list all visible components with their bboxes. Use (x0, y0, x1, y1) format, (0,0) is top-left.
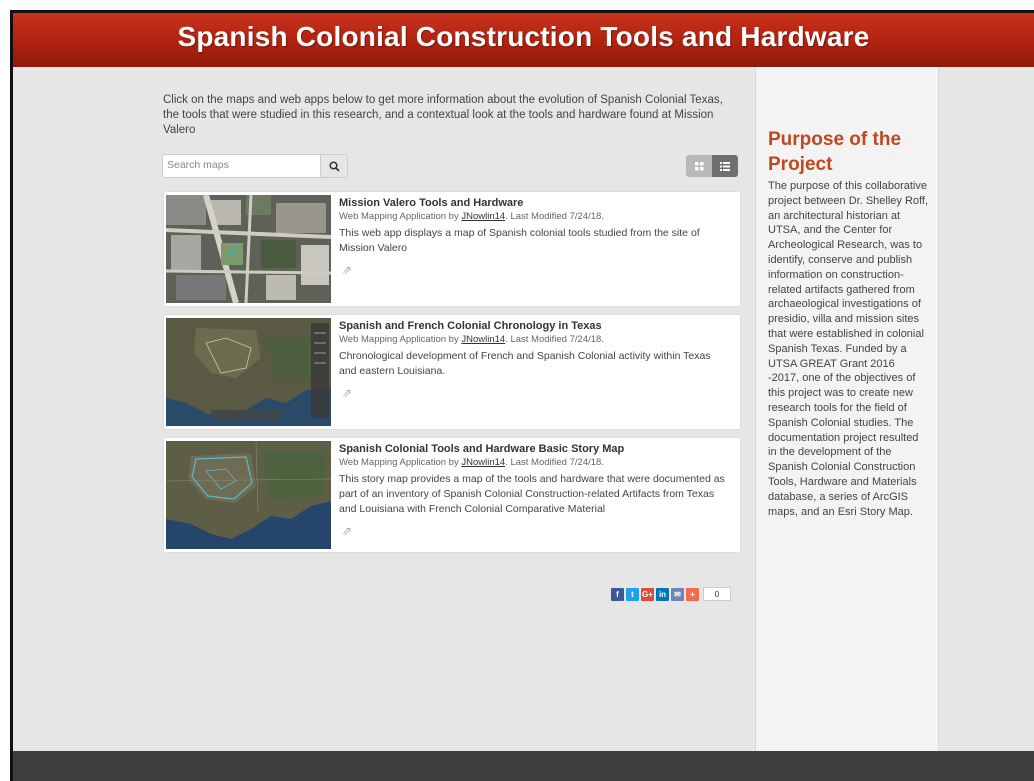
email-icon[interactable]: ✉ (671, 587, 684, 601)
meta-prefix: Web Mapping Application by (339, 334, 462, 345)
map-item-card[interactable]: Spanish and French Colonial Chronology i… (163, 314, 741, 430)
owner-link[interactable]: JNowlin14 (461, 457, 505, 468)
map-item-info: Spanish Colonial Tools and Hardware Basi… (339, 442, 729, 540)
map-item-info: Mission Valero Tools and Hardware Web Ma… (339, 196, 729, 279)
sidebar-body: The purpose of this collaborative projec… (768, 180, 928, 518)
owner-link[interactable]: JNowlin14 (461, 211, 505, 222)
google-plus-icon[interactable]: G+ (641, 587, 654, 601)
map-item-title[interactable]: Spanish Colonial Tools and Hardware Basi… (339, 442, 729, 456)
search-icon (328, 160, 340, 172)
meta-suffix: . Last Modified 7/24/18. (505, 457, 604, 468)
meta-prefix: Web Mapping Application by (339, 457, 462, 468)
texas-satellite-thumbnail (166, 318, 331, 426)
footer-bar (13, 751, 1034, 781)
twitter-icon[interactable]: t (626, 587, 639, 601)
map-item-description: This story map provides a map of the too… (339, 473, 725, 515)
screenshot-frame: Spanish Colonial Construction Tools and … (0, 0, 1034, 781)
external-link-icon[interactable]: ⇗ (342, 524, 352, 538)
external-link-icon[interactable]: ⇗ (342, 386, 352, 400)
map-thumbnail[interactable] (166, 318, 331, 426)
meta-suffix: . Last Modified 7/24/18. (505, 334, 604, 345)
search-box (162, 154, 348, 178)
map-item-title[interactable]: Mission Valero Tools and Hardware (339, 196, 729, 210)
external-link-icon[interactable]: ⇗ (342, 263, 352, 277)
intro-text: Click on the maps and web apps below to … (163, 94, 723, 136)
aerial-city-thumbnail (166, 195, 331, 303)
map-item-meta: Web Mapping Application by JNowlin14. La… (339, 210, 729, 223)
page: Spanish Colonial Construction Tools and … (13, 13, 1034, 781)
map-item-info: Spanish and French Colonial Chronology i… (339, 319, 729, 402)
search-button[interactable] (320, 155, 347, 177)
map-item-description: Chronological development of French and … (339, 350, 711, 377)
view-toggle (686, 155, 738, 177)
map-item-card[interactable]: Spanish Colonial Tools and Hardware Basi… (163, 437, 741, 553)
share-bar: f t G+ in ✉ + 0 (611, 587, 731, 601)
right-gutter (939, 67, 1034, 751)
grid-view-icon (694, 161, 703, 170)
map-thumbnail[interactable] (166, 441, 331, 549)
addthis-icon[interactable]: + (686, 587, 699, 601)
map-item-title[interactable]: Spanish and French Colonial Chronology i… (339, 319, 729, 333)
sidebar-title: Purpose of the Project (768, 129, 902, 175)
meta-prefix: Web Mapping Application by (339, 211, 462, 222)
meta-suffix: . Last Modified 7/24/18. (505, 211, 604, 222)
texas-satellite-thumbnail (166, 441, 331, 549)
share-count: 0 (703, 587, 731, 601)
page-title: Spanish Colonial Construction Tools and … (177, 21, 870, 52)
header-banner: Spanish Colonial Construction Tools and … (13, 13, 1034, 67)
facebook-icon[interactable]: f (611, 587, 624, 601)
linkedin-icon[interactable]: in (656, 587, 669, 601)
map-thumbnail[interactable] (166, 195, 331, 303)
main-content: Click on the maps and web apps below to … (13, 67, 755, 751)
list-view-icon (720, 161, 730, 171)
map-item-card[interactable]: Mission Valero Tools and Hardware Web Ma… (163, 191, 741, 307)
list-view-button[interactable] (712, 155, 738, 177)
map-item-meta: Web Mapping Application by JNowlin14. La… (339, 456, 729, 469)
map-item-description: This web app displays a map of Spanish c… (339, 227, 700, 254)
grid-view-button[interactable] (686, 155, 712, 177)
purpose-sidebar: Purpose of the Project The purpose of th… (755, 67, 939, 751)
search-input[interactable] (163, 155, 321, 175)
map-item-meta: Web Mapping Application by JNowlin14. La… (339, 333, 729, 346)
owner-link[interactable]: JNowlin14 (461, 334, 505, 345)
